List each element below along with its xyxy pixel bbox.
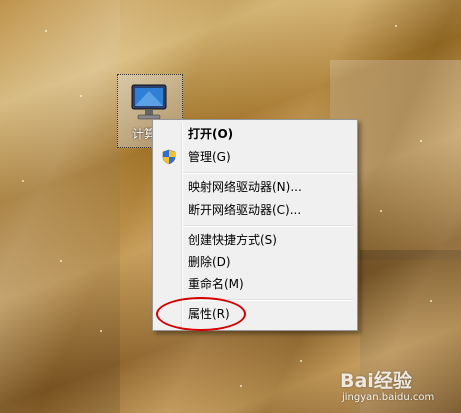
- watermark-logo: Bai经验: [340, 370, 412, 392]
- wallpaper-panel: [0, 0, 120, 413]
- menu-separator: [183, 225, 353, 227]
- menu-item-label: 打开(O): [188, 127, 234, 141]
- menu-item-delete[interactable]: 删除(D): [155, 251, 353, 273]
- wallpaper-sparkle: [430, 300, 432, 302]
- baidu-jingyan-watermark: Bai经验 jingyan.baidu.com: [340, 366, 458, 410]
- wallpaper-sparkle: [300, 360, 302, 362]
- wallpaper-sparkle: [60, 260, 62, 262]
- menu-separator: [183, 172, 353, 174]
- menu-item-rename[interactable]: 重命名(M): [155, 273, 353, 295]
- menu-item-map-network-drive[interactable]: 映射网络驱动器(N)...: [155, 176, 353, 198]
- menu-item-label: 断开网络驱动器(C)...: [188, 203, 302, 217]
- menu-item-create-shortcut[interactable]: 创建快捷方式(S): [155, 229, 353, 251]
- menu-item-manage[interactable]: 管理(G): [155, 146, 353, 168]
- wallpaper-sparkle: [420, 140, 422, 142]
- wallpaper-sparkle: [22, 180, 24, 182]
- wallpaper-sparkle: [80, 95, 82, 97]
- uac-shield-icon: [161, 149, 177, 172]
- wallpaper-sparkle: [45, 30, 47, 32]
- menu-item-label: 映射网络驱动器(N)...: [188, 180, 302, 194]
- wallpaper-sparkle: [380, 210, 382, 212]
- red-highlight-circle: [156, 297, 246, 331]
- menu-item-label: 管理(G): [188, 150, 231, 164]
- wallpaper-sparkle: [100, 330, 102, 332]
- menu-item-open[interactable]: 打开(O): [155, 123, 353, 145]
- wallpaper-sparkle: [395, 25, 397, 27]
- menu-item-label: 重命名(M): [188, 277, 244, 291]
- menu-item-label: 删除(D): [188, 255, 231, 269]
- wallpaper-sparkle: [240, 385, 242, 387]
- menu-item-label: 创建快捷方式(S): [188, 233, 277, 247]
- watermark-url: jingyan.baidu.com: [342, 392, 435, 403]
- menu-item-disconnect-network-drive[interactable]: 断开网络驱动器(C)...: [155, 199, 353, 221]
